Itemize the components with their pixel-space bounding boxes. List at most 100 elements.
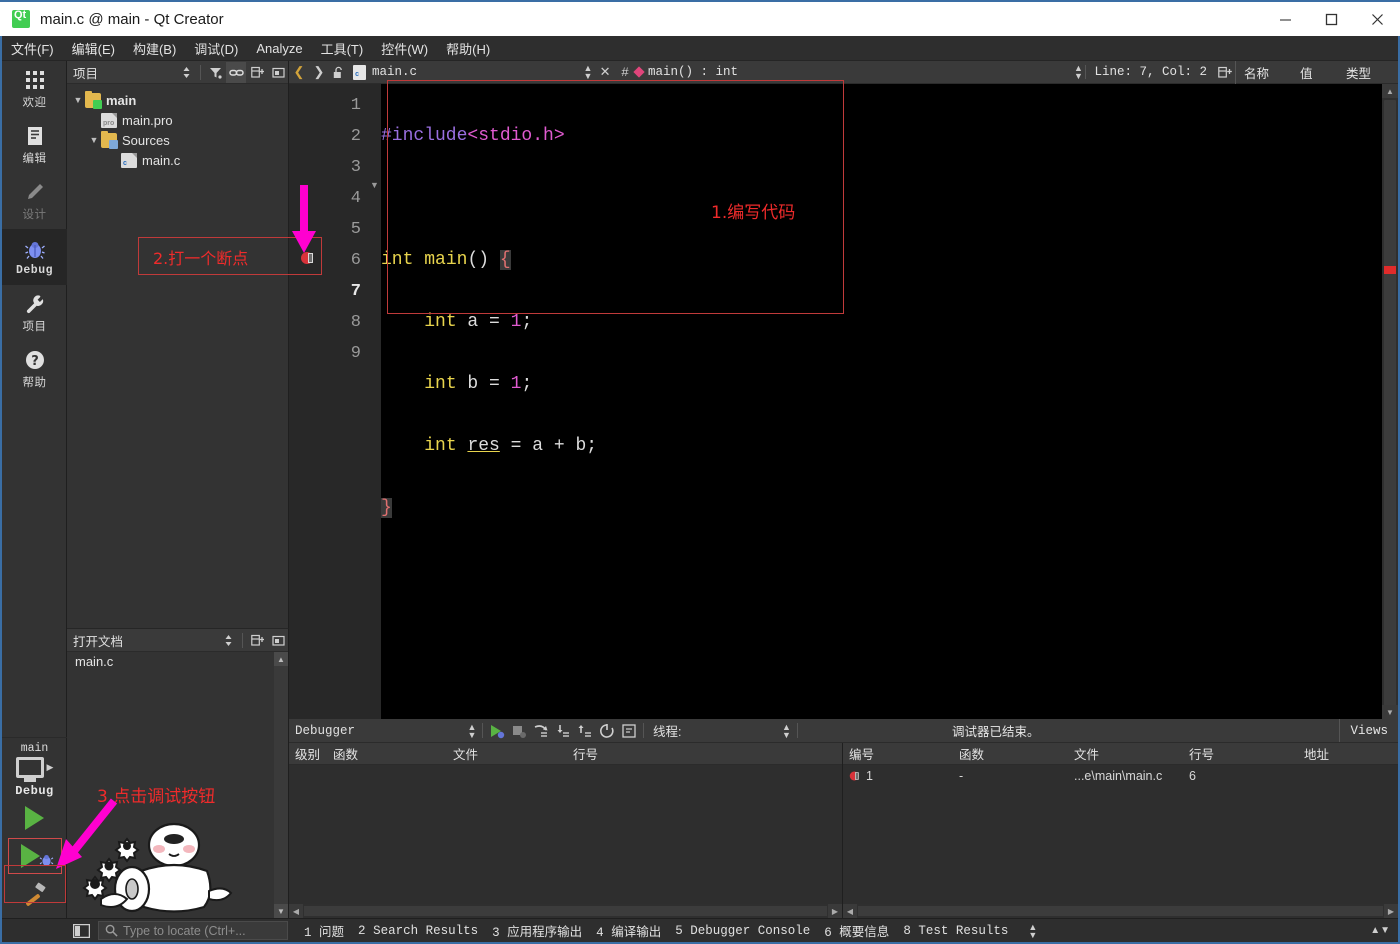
- fold-marker-icon[interactable]: ▼: [370, 180, 379, 190]
- menu-tools[interactable]: 工具(T): [312, 36, 373, 61]
- breakpoint-gutter[interactable]: [289, 84, 329, 719]
- sort-icon[interactable]: [218, 630, 238, 651]
- breakpoints-hscrollbar[interactable]: ◀ ▶: [843, 904, 1398, 918]
- col-file[interactable]: 文件: [1068, 744, 1183, 763]
- stack-hscrollbar[interactable]: ◀ ▶: [289, 904, 842, 918]
- menu-help[interactable]: 帮助(H): [437, 36, 499, 61]
- menu-window[interactable]: 控件(W): [372, 36, 437, 61]
- debugger-view-combo[interactable]: Debugger: [289, 724, 355, 738]
- scroll-down-icon[interactable]: ▼: [274, 904, 288, 918]
- updown-arrows-icon[interactable]: ▲▼: [1071, 64, 1085, 80]
- split-editor-icon[interactable]: [1215, 61, 1235, 83]
- scroll-up-icon[interactable]: ▲: [274, 652, 288, 666]
- tree-item-sources[interactable]: ▼ Sources: [67, 130, 288, 150]
- scroll-left-icon[interactable]: ◀: [843, 904, 857, 918]
- tab-problems[interactable]: 1 问题: [304, 921, 344, 940]
- menu-build[interactable]: 构建(B): [124, 36, 185, 61]
- sort-icon[interactable]: [176, 62, 196, 83]
- scrollbar-thumb[interactable]: [858, 906, 1383, 916]
- views-button[interactable]: Views: [1339, 719, 1398, 742]
- stop-icon[interactable]: [508, 719, 530, 742]
- scroll-right-icon[interactable]: ▶: [1384, 904, 1398, 918]
- run-button[interactable]: [8, 800, 62, 836]
- tab-application-output[interactable]: 3 应用程序输出: [492, 921, 582, 940]
- split-icon[interactable]: [247, 630, 267, 651]
- col-line[interactable]: 行号: [1183, 744, 1298, 763]
- menu-file[interactable]: 文件(F): [2, 36, 63, 61]
- col-address[interactable]: 地址: [1298, 744, 1398, 763]
- close-icon[interactable]: [1354, 1, 1400, 37]
- updown-arrows-icon[interactable]: ▲▼: [1370, 925, 1390, 936]
- step-out-icon[interactable]: [574, 719, 596, 742]
- col-number[interactable]: 编号: [843, 744, 953, 763]
- menu-debug[interactable]: 调试(D): [185, 36, 247, 61]
- tab-debugger-console[interactable]: 5 Debugger Console: [675, 924, 810, 938]
- mode-welcome[interactable]: 欢迎: [2, 61, 67, 117]
- close-panel-icon[interactable]: [268, 62, 288, 83]
- link-icon[interactable]: [226, 62, 246, 83]
- breakpoint-icon: [849, 770, 861, 782]
- split-icon[interactable]: [247, 62, 267, 83]
- scroll-left-icon[interactable]: ◀: [289, 904, 303, 918]
- col-function[interactable]: 函数: [953, 744, 1068, 763]
- step-into-icon[interactable]: [552, 719, 574, 742]
- scrollbar-thumb[interactable]: [1384, 100, 1396, 710]
- back-arrow-icon[interactable]: ❮: [289, 61, 309, 83]
- restart-icon[interactable]: [596, 719, 618, 742]
- scroll-right-icon[interactable]: ▶: [828, 904, 842, 918]
- code-text[interactable]: #include<stdio.h> int main() { int a = 1…: [381, 84, 1398, 719]
- maximize-icon[interactable]: [1308, 1, 1354, 37]
- unlocked-icon[interactable]: [329, 61, 349, 83]
- scroll-up-icon[interactable]: ▲: [1382, 84, 1398, 98]
- tab-compile-output[interactable]: 4 编译输出: [596, 921, 661, 940]
- tree-item-main-pro[interactable]: pro main.pro: [67, 110, 288, 130]
- chevron-down-icon[interactable]: ▼: [71, 95, 85, 105]
- tree-item-main-c[interactable]: c main.c: [67, 150, 288, 170]
- editor-toolbar: ❮ ❯ c main.c ▲▼ ✕ # main() : int ▲▼ Line…: [289, 61, 1398, 84]
- editor-file-tab[interactable]: c main.c: [349, 65, 421, 80]
- updown-arrows-icon[interactable]: ▲▼: [780, 723, 794, 739]
- code-folding-gutter[interactable]: ▼: [367, 84, 381, 719]
- updown-arrows-icon[interactable]: ▲▼: [581, 64, 595, 80]
- step-over-icon[interactable]: [530, 719, 552, 742]
- search-input[interactable]: Type to locate (Ctrl+...: [98, 921, 288, 940]
- breakpoint-icon[interactable]: [300, 250, 316, 266]
- kit-selector[interactable]: ▶: [16, 757, 54, 778]
- list-item[interactable]: main.c: [67, 652, 288, 671]
- minimize-icon[interactable]: [1262, 1, 1308, 37]
- editor-scrollbar[interactable]: ▲ ▼: [1382, 84, 1398, 719]
- code-editor[interactable]: 1 2 3 4 5 6 7 8 9 ▼ #include<stdio.h> in…: [289, 84, 1398, 719]
- tab-test-results[interactable]: 8 Test Results: [903, 924, 1008, 938]
- filter-icon[interactable]: [205, 62, 225, 83]
- continue-icon[interactable]: [486, 719, 508, 742]
- scrollbar-thumb[interactable]: [304, 906, 827, 916]
- tab-search-results[interactable]: 2 Search Results: [358, 924, 478, 938]
- mode-projects[interactable]: 项目: [2, 285, 67, 341]
- chevron-down-icon[interactable]: ▼: [87, 135, 101, 145]
- scroll-down-icon[interactable]: ▼: [1382, 705, 1398, 719]
- col-file[interactable]: 文件: [447, 744, 567, 763]
- table-row[interactable]: 1 - ...e\main\main.c 6: [843, 765, 1398, 787]
- updown-arrows-icon[interactable]: ▲▼: [465, 723, 479, 739]
- menu-edit[interactable]: 编辑(E): [63, 36, 124, 61]
- col-level[interactable]: 级别: [289, 744, 327, 763]
- debug-button[interactable]: [8, 838, 62, 874]
- build-button[interactable]: [8, 876, 62, 912]
- mode-design[interactable]: 设计: [2, 173, 67, 229]
- editor-symbol-combo[interactable]: main() : int: [635, 65, 738, 79]
- toggle-icon[interactable]: [618, 719, 640, 742]
- menu-analyze[interactable]: Analyze: [247, 38, 311, 59]
- tab-general-messages[interactable]: 6 概要信息: [824, 921, 889, 940]
- more-arrows-icon[interactable]: ▲▼: [1028, 923, 1037, 939]
- mode-help[interactable]: ? 帮助: [2, 341, 67, 397]
- col-function[interactable]: 函数: [327, 744, 447, 763]
- open-documents-scrollbar[interactable]: ▲ ▼: [274, 652, 288, 918]
- mode-edit[interactable]: 编辑: [2, 117, 67, 173]
- forward-arrow-icon[interactable]: ❯: [309, 61, 329, 83]
- mode-debug[interactable]: Debug: [2, 229, 67, 285]
- close-icon[interactable]: ✕: [595, 61, 615, 83]
- col-line[interactable]: 行号: [567, 744, 687, 763]
- sidebar-toggle-icon[interactable]: [70, 922, 92, 940]
- tree-item-main[interactable]: ▼ main: [67, 90, 288, 110]
- close-panel-icon[interactable]: [268, 630, 288, 651]
